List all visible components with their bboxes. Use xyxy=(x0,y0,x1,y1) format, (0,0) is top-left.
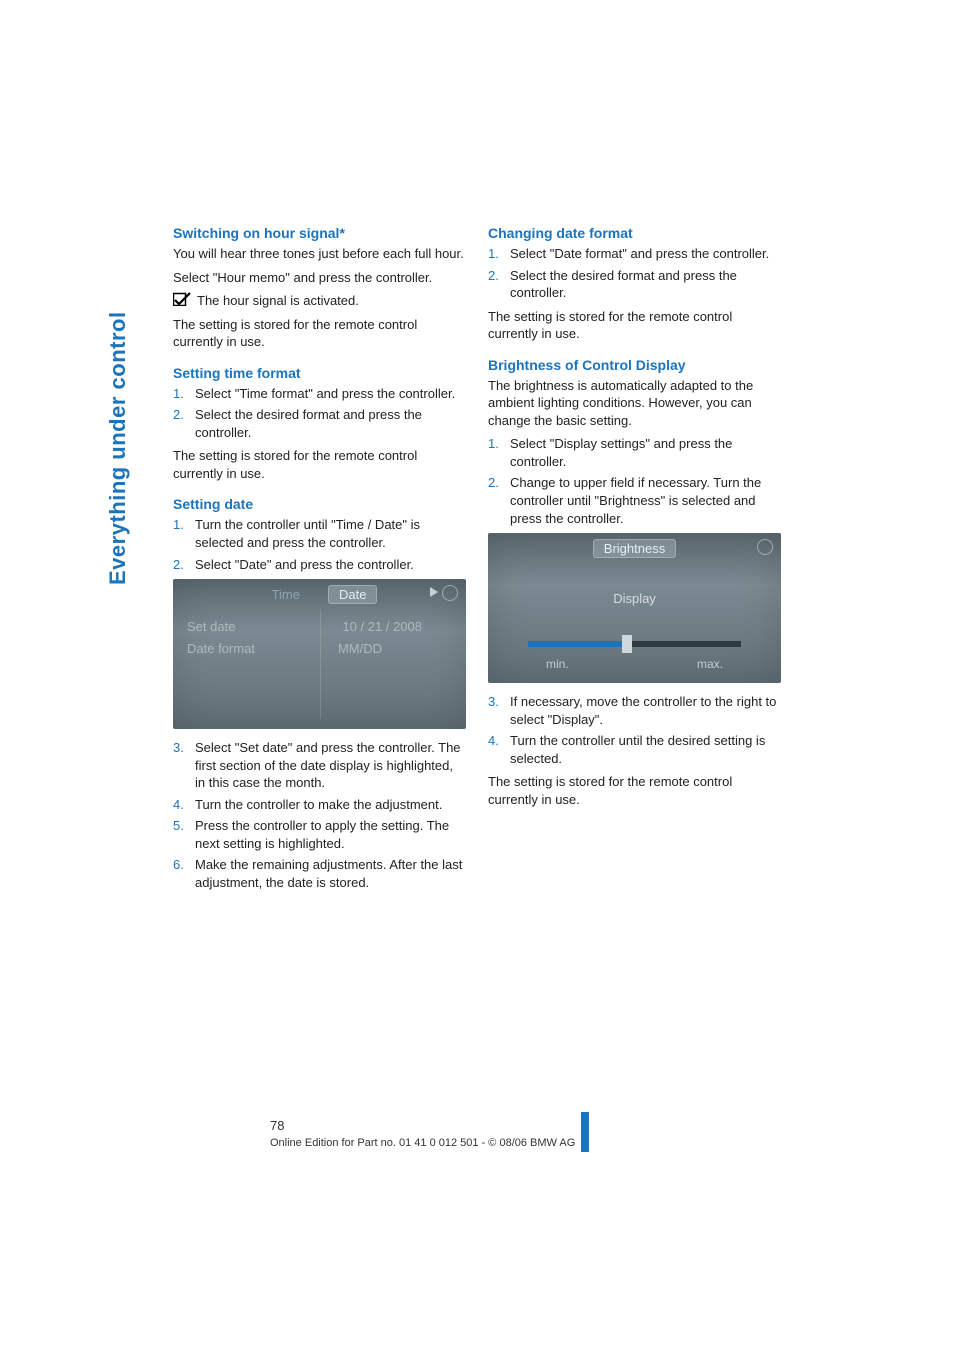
step-text: Select the desired format and press the … xyxy=(195,406,466,441)
page-number: 78 xyxy=(270,1118,575,1133)
list-item: 1.Select "Display settings" and press th… xyxy=(488,435,781,470)
step-text: Select the desired format and press the … xyxy=(510,267,781,302)
body-text: The setting is stored for the remote con… xyxy=(173,316,466,351)
screenshot-title-row: Brightness xyxy=(488,539,781,558)
slider-min-label: min. xyxy=(546,657,569,671)
list-item: 6.Make the remaining adjustments. After … xyxy=(173,856,466,891)
body-text: You will hear three tones just before ea… xyxy=(173,245,466,263)
list-item: 4.Turn the controller until the desired … xyxy=(488,732,781,767)
tab-date: Date xyxy=(328,585,377,604)
list-item: 2.Select "Date" and press the controller… xyxy=(173,556,466,574)
step-text: Make the remaining adjustments. After th… xyxy=(195,856,466,891)
step-number: 6. xyxy=(173,856,195,891)
checkbox-checked-icon xyxy=(173,292,191,306)
display-label: Display xyxy=(488,591,781,606)
brightness-screenshot: Brightness Display min. max. xyxy=(488,533,781,683)
heading-date-format: Changing date format xyxy=(488,225,781,241)
row-label: Date format xyxy=(187,641,255,656)
step-text: Select "Time format" and press the contr… xyxy=(195,385,455,403)
list-item: 2.Change to upper field if necessary. Tu… xyxy=(488,474,781,527)
brightness-steps-a: 1.Select "Display settings" and press th… xyxy=(488,435,781,527)
screenshot-row-set-date: Set date 10 / 21 / 2008 xyxy=(187,619,452,634)
step-number: 5. xyxy=(173,817,195,852)
time-format-steps: 1.Select "Time format" and press the con… xyxy=(173,385,466,442)
footer-text: Online Edition for Part no. 01 41 0 012 … xyxy=(270,1137,575,1149)
right-column: Changing date format 1.Select "Date form… xyxy=(488,225,781,897)
step-number: 1. xyxy=(488,435,510,470)
step-text: Select "Date" and press the controller. xyxy=(195,556,414,574)
page: Everything under control Switching on ho… xyxy=(0,0,954,1351)
step-number: 4. xyxy=(173,796,195,814)
step-number: 4. xyxy=(488,732,510,767)
content-area: Switching on hour signal* You will hear … xyxy=(173,225,783,897)
screenshot-row-date-format: Date format MM/DD xyxy=(187,641,452,656)
step-number: 1. xyxy=(173,385,195,403)
list-item: 1.Select "Date format" and press the con… xyxy=(488,245,781,263)
list-item: 3.If necessary, move the controller to t… xyxy=(488,693,781,728)
row-value: MM/DD xyxy=(338,641,382,656)
step-number: 3. xyxy=(488,693,510,728)
date-format-steps: 1.Select "Date format" and press the con… xyxy=(488,245,781,302)
screenshot-tabs: Time Date xyxy=(173,585,466,604)
left-column: Switching on hour signal* You will hear … xyxy=(173,225,466,897)
list-item: 5.Press the controller to apply the sett… xyxy=(173,817,466,852)
step-text: Turn the controller until the desired se… xyxy=(510,732,781,767)
tab-brightness: Brightness xyxy=(593,539,676,558)
list-item: 2.Select the desired format and press th… xyxy=(488,267,781,302)
step-number: 2. xyxy=(173,406,195,441)
list-item: 1.Select "Time format" and press the con… xyxy=(173,385,466,403)
info-icon xyxy=(442,585,458,601)
hour-signal-activated-line: The hour signal is activated. xyxy=(173,292,466,310)
body-text: The setting is stored for the remote con… xyxy=(488,773,781,808)
slider-fill xyxy=(528,641,628,647)
body-text: The setting is stored for the remote con… xyxy=(173,447,466,482)
list-item: 3.Select "Set date" and press the contro… xyxy=(173,739,466,792)
page-marker-bar xyxy=(581,1112,589,1152)
brightness-steps-b: 3.If necessary, move the controller to t… xyxy=(488,693,781,767)
step-text: Select "Date format" and press the contr… xyxy=(510,245,769,263)
step-number: 2. xyxy=(173,556,195,574)
slider-handle xyxy=(622,635,632,653)
step-text: Turn the controller until "Time / Date" … xyxy=(195,516,466,551)
step-text: Change to upper field if necessary. Turn… xyxy=(510,474,781,527)
page-footer: 78 Online Edition for Part no. 01 41 0 0… xyxy=(0,1118,954,1158)
list-item: 2.Select the desired format and press th… xyxy=(173,406,466,441)
step-number: 2. xyxy=(488,474,510,527)
heading-time-format: Setting time format xyxy=(173,365,466,381)
heading-setting-date: Setting date xyxy=(173,496,466,512)
slider-max-label: max. xyxy=(697,657,723,671)
tab-time: Time xyxy=(262,586,310,603)
step-number: 1. xyxy=(488,245,510,263)
list-item: 1.Turn the controller until "Time / Date… xyxy=(173,516,466,551)
side-tab-title: Everything under control xyxy=(105,225,133,585)
info-icon xyxy=(757,539,773,555)
step-text: Select "Set date" and press the controll… xyxy=(195,739,466,792)
play-icon xyxy=(430,587,438,597)
setting-date-steps-a: 1.Turn the controller until "Time / Date… xyxy=(173,516,466,573)
body-text: The hour signal is activated. xyxy=(197,292,359,310)
step-text: Press the controller to apply the settin… xyxy=(195,817,466,852)
step-number: 2. xyxy=(488,267,510,302)
setting-date-steps-b: 3.Select "Set date" and press the contro… xyxy=(173,739,466,891)
heading-brightness: Brightness of Control Display xyxy=(488,357,781,373)
heading-hour-signal: Switching on hour signal* xyxy=(173,225,466,241)
step-number: 3. xyxy=(173,739,195,792)
list-item: 4.Turn the controller to make the adjust… xyxy=(173,796,466,814)
body-text: The brightness is automatically adapted … xyxy=(488,377,781,430)
step-number: 1. xyxy=(173,516,195,551)
body-text: The setting is stored for the remote con… xyxy=(488,308,781,343)
step-text: Turn the controller to make the adjustme… xyxy=(195,796,442,814)
step-text: Select "Display settings" and press the … xyxy=(510,435,781,470)
row-label: Set date xyxy=(187,619,235,634)
date-settings-screenshot: Time Date Set date 10 / 21 / 2008 Date f… xyxy=(173,579,466,729)
body-text: Select "Hour memo" and press the control… xyxy=(173,269,466,287)
step-text: If necessary, move the controller to the… xyxy=(510,693,781,728)
row-value: 10 / 21 / 2008 xyxy=(342,619,422,634)
